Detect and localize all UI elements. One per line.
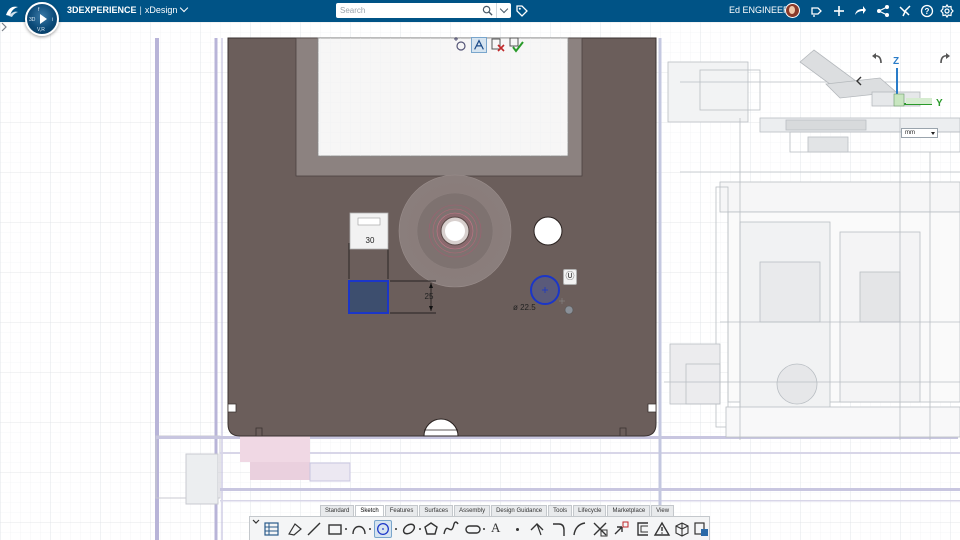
rotate-left-icon[interactable] [870, 52, 884, 66]
cut-icon[interactable] [591, 520, 609, 538]
sketch-plane-icon[interactable] [452, 37, 468, 53]
construction-icon[interactable] [286, 520, 304, 538]
share-icon[interactable] [809, 4, 823, 18]
ellipse-icon[interactable] [400, 520, 418, 538]
3d-viewport[interactable]: 30 25 ø 22.5 Ⓤ mm Z Y [0, 22, 960, 540]
search-dropdown-icon[interactable] [496, 3, 511, 18]
compass-play-icon [40, 14, 47, 24]
ellipse-options-dot[interactable] [419, 528, 421, 530]
compass-north-label: f [38, 7, 40, 13]
spline-icon[interactable] [442, 520, 460, 538]
app-chevron-icon[interactable] [180, 3, 189, 13]
units-select[interactable]: mm [901, 128, 938, 138]
sketch-grid-icon[interactable] [263, 520, 281, 538]
tab-surfaces[interactable]: Surfaces [419, 505, 454, 516]
network-icon[interactable] [876, 4, 890, 18]
tab-marketplace[interactable]: Marketplace [607, 505, 651, 516]
through-hole [533, 216, 563, 246]
line-icon[interactable] [305, 520, 323, 538]
tab-tools[interactable]: Tools [548, 505, 573, 516]
user-name[interactable]: Ed ENGINEER [729, 5, 790, 15]
context-toolbox-icon[interactable]: Ⓤ [563, 269, 577, 285]
text-icon[interactable]: A [491, 520, 500, 536]
settings-icon[interactable] [940, 4, 954, 18]
3d-sketch-icon[interactable] [673, 520, 691, 538]
tab-view[interactable]: View [651, 505, 675, 516]
compass-west-label: 3D [29, 17, 36, 23]
trim-icon[interactable] [528, 520, 546, 538]
part-recess [295, 37, 583, 177]
app-name: xDesign [144, 5, 178, 15]
forward-icon[interactable] [853, 4, 867, 18]
tab-assembly[interactable]: Assembly [454, 505, 491, 516]
transform-icon[interactable] [612, 520, 630, 538]
help-icon[interactable]: ? [920, 4, 934, 18]
brand-name: 3DEXPERIENCE [67, 5, 137, 15]
slot-icon[interactable] [464, 520, 482, 538]
rectangle-icon[interactable] [326, 520, 344, 538]
tab-features[interactable]: Features [384, 505, 419, 516]
svg-text:?: ? [925, 7, 930, 16]
diameter-dimension-label[interactable]: ø 22.5 [513, 303, 543, 313]
chamfer-icon[interactable] [570, 520, 588, 538]
height-dimension-label[interactable]: 25 [421, 292, 437, 302]
tab-lifecycle[interactable]: Lifecycle [573, 505, 607, 516]
tools-icon[interactable] [898, 4, 912, 18]
search-input[interactable] [340, 4, 478, 17]
cancel-sketch-icon[interactable] [490, 37, 506, 53]
compass-icon[interactable]: f 3D V,R i [25, 2, 59, 36]
avatar[interactable] [785, 3, 800, 18]
constraint-icon[interactable] [653, 520, 671, 538]
action-bar: A [249, 516, 710, 540]
search-icon[interactable] [482, 5, 493, 16]
circle-icon[interactable] [374, 520, 392, 538]
offset-icon[interactable] [634, 520, 652, 538]
search-box [336, 3, 511, 18]
tab-sketch[interactable]: Sketch [355, 505, 384, 516]
tag-icon[interactable] [515, 4, 529, 18]
z-axis-label: Z [893, 56, 900, 67]
plus-icon[interactable] [832, 4, 846, 18]
polygon-icon[interactable] [422, 520, 440, 538]
view-cube-left-icon[interactable] [852, 74, 866, 88]
sketch-entity-icon[interactable] [471, 37, 487, 53]
tab-design-guidance[interactable]: Design Guidance [491, 505, 548, 516]
arc-options-dot[interactable] [369, 528, 371, 530]
ds-logo-icon[interactable] [4, 3, 20, 19]
action-bar-tabs: Standard Sketch Features Surfaces Assemb… [320, 505, 675, 516]
tab-standard[interactable]: Standard [320, 505, 355, 516]
rectangle-options-dot[interactable] [345, 528, 347, 530]
central-hub [398, 174, 512, 288]
circle-options-dot[interactable] [395, 528, 397, 530]
arc-icon[interactable] [350, 520, 368, 538]
width-dimension-label[interactable]: 30 [352, 236, 388, 246]
compass-east-label: i [52, 17, 54, 23]
viewport-graphics [0, 22, 960, 540]
side-panel-handle-icon[interactable] [0, 22, 8, 32]
point-icon[interactable] [516, 528, 519, 531]
fillet-icon[interactable] [550, 520, 568, 538]
collapse-icon[interactable] [252, 519, 260, 525]
accept-sketch-icon[interactable] [508, 37, 524, 53]
sketch-rectangle [348, 280, 389, 314]
slot-options-dot[interactable] [483, 528, 485, 530]
exit-sketch-icon[interactable] [692, 520, 710, 538]
top-bar: 3DEXPERIENCE|xDesign Ed ENGINEER ? [0, 0, 960, 22]
compass-south-label: V,R [37, 27, 45, 33]
rotate-right-icon[interactable] [938, 52, 952, 66]
app-brand[interactable]: 3DEXPERIENCE | xDesign [67, 3, 189, 15]
y-axis-label: Y [936, 98, 943, 109]
brand-separator: | [139, 5, 142, 15]
